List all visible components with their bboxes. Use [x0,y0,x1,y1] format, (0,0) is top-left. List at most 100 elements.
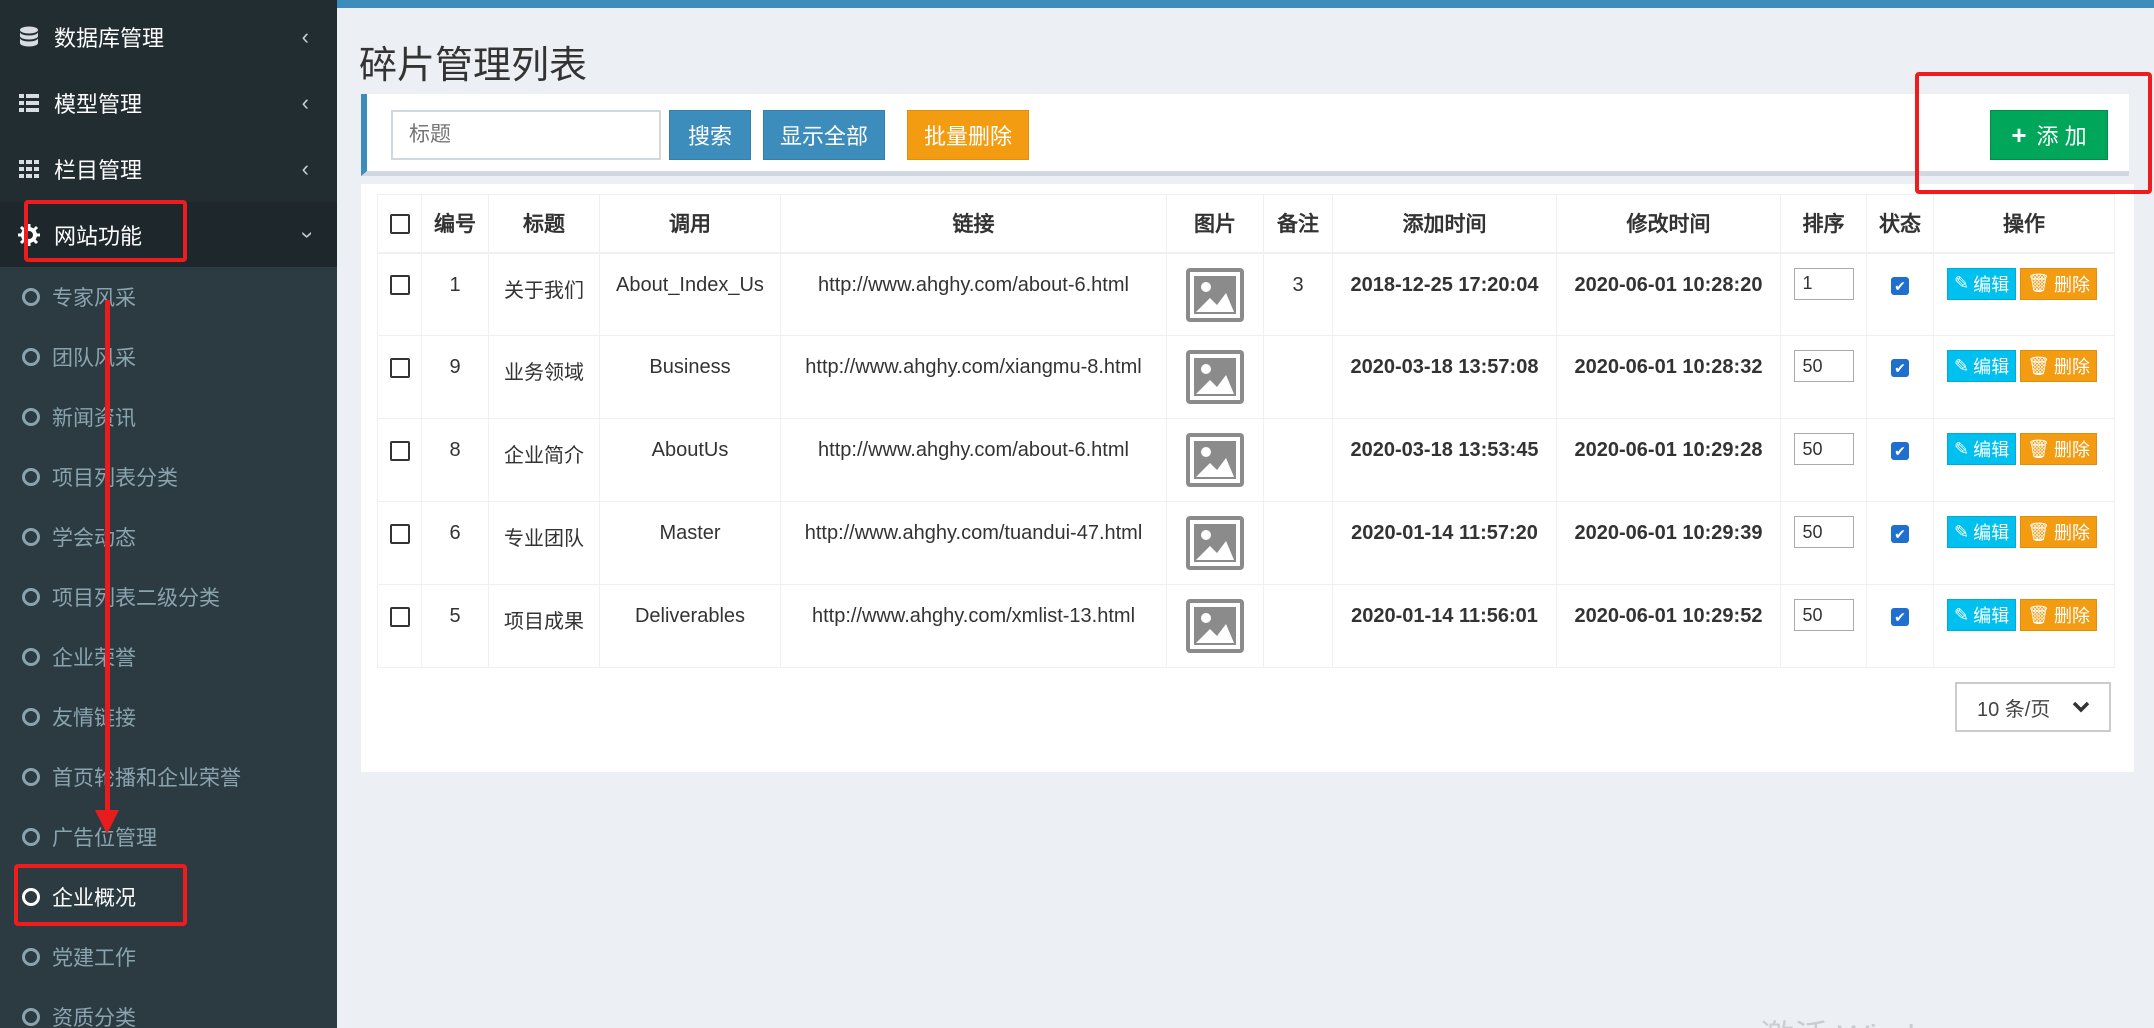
status-checkbox-checked-icon[interactable]: ✔ [1891,608,1909,626]
annotation-box-site-functions [24,200,187,262]
delete-button[interactable]: 🗑 删除 [2020,350,2097,382]
delete-button[interactable]: 🗑 删除 [2020,599,2097,631]
sort-input[interactable] [1793,433,1854,465]
sidebar-subitem[interactable]: 企业荣誉 [0,627,337,687]
annotation-box-add [1915,72,2152,194]
sidebar-subitem[interactable]: 团队风采 [0,327,337,387]
status-checkbox-checked-icon[interactable]: ✔ [1891,525,1909,543]
sort-input[interactable] [1793,267,1854,300]
sidebar-subitem[interactable]: 学会动态 [0,507,337,567]
image-placeholder-icon[interactable] [1186,267,1244,322]
cell-added-time: 2020-01-14 11:57:20 [1332,501,1557,585]
status-checkbox-checked-icon[interactable]: ✔ [1891,442,1909,460]
column-header: 操作 [1933,194,2115,254]
cell-call: Master [599,501,781,585]
edit-button[interactable]: ✎ 编辑 [1947,433,2017,465]
column-header: 图片 [1166,194,1264,254]
edit-button[interactable]: ✎ 编辑 [1947,599,2017,631]
row-select-cell [377,418,422,502]
sidebar-subitem[interactable]: 项目列表分类 [0,447,337,507]
page-size-select[interactable]: 10 条/页 [1955,682,2111,732]
trash-icon: 🗑 [2027,355,2050,376]
row-checkbox[interactable] [389,606,410,627]
select-all-cell [377,194,422,254]
sidebar-subitem[interactable]: 新闻资讯 [0,387,337,447]
image-placeholder-icon[interactable] [1186,433,1244,487]
toolbar: 搜索 显示全部 批量删除 + 添 加 [361,94,2129,176]
edit-button[interactable]: ✎ 编辑 [1947,350,2017,382]
sidebar-subitem[interactable]: 首页轮播和企业荣誉 [0,747,337,807]
cell-id: 1 [421,252,489,336]
sidebar-menu-label: 数据库管理 [54,26,165,51]
sidebar-subitem-label: 党建工作 [52,947,136,970]
circle-icon [22,588,40,606]
delete-button[interactable]: 🗑 删除 [2020,516,2097,548]
chevron-down-icon: ‹ [292,231,318,239]
sort-input[interactable] [1793,516,1854,548]
image-placeholder-icon[interactable] [1186,350,1244,404]
sidebar-subitem-label: 专家风采 [52,287,136,310]
status-checkbox-checked-icon[interactable]: ✔ [1891,276,1909,295]
sidebar-menu-database[interactable]: 数据库管理 ‹ [0,4,337,70]
list-icon [18,92,40,114]
cell-note [1263,418,1333,502]
circle-icon [22,708,40,726]
sort-input[interactable] [1793,599,1854,631]
sidebar-menu-label: 栏目管理 [54,158,143,183]
edit-icon: ✎ [1954,604,1970,625]
sidebar-subitem[interactable]: 广告位管理 [0,807,337,867]
sidebar-subitem[interactable]: 友情链接 [0,687,337,747]
sidebar-menu-columns[interactable]: 栏目管理 ‹ [0,136,337,202]
cell-note [1263,501,1333,585]
circle-icon [22,288,40,306]
delete-button-label: 删除 [2053,606,2090,626]
circle-icon [22,468,40,486]
delete-button-label: 删除 [2053,523,2090,543]
cell-actions: ✎ 编辑 🗑 删除 [1933,418,2115,502]
cell-title: 关于我们 [488,252,600,336]
trash-icon: 🗑 [2027,521,2050,542]
cell-status: ✔ [1866,252,1934,336]
status-checkbox-checked-icon[interactable]: ✔ [1891,359,1909,377]
batch-delete-button[interactable]: 批量删除 [907,110,1029,160]
search-button[interactable]: 搜索 [669,110,751,160]
table-row: 1 关于我们 About_Index_Us http://www.ahghy.c… [377,252,2115,336]
delete-button[interactable]: 🗑 删除 [2020,433,2097,465]
circle-icon [22,528,40,546]
edit-button[interactable]: ✎ 编辑 [1947,516,2017,548]
cell-note [1263,584,1333,668]
column-header: 修改时间 [1556,194,1781,254]
edit-icon: ✎ [1954,273,1970,293]
cell-status: ✔ [1866,584,1934,668]
cell-call: About_Index_Us [599,252,781,336]
cell-actions: ✎ 编辑 🗑 删除 [1933,584,2115,668]
trash-icon: 🗑 [2027,438,2050,459]
row-checkbox[interactable] [389,440,410,461]
cell-actions: ✎ 编辑 🗑 删除 [1933,335,2115,419]
circle-icon [22,768,40,786]
row-checkbox[interactable] [389,357,410,378]
search-input[interactable] [391,110,661,160]
row-checkbox[interactable] [389,523,410,544]
column-header: 标题 [488,194,600,254]
sort-input[interactable] [1793,350,1854,382]
cell-link: http://www.ahghy.com/xiangmu-8.html [780,335,1167,419]
sidebar-subitem[interactable]: 项目列表二级分类 [0,567,337,627]
sidebar-subitem[interactable]: 专家风采 [0,267,337,327]
show-all-button[interactable]: 显示全部 [763,110,885,160]
cell-added-time: 2018-12-25 17:20:04 [1332,252,1557,336]
sidebar-menu-models[interactable]: 模型管理 ‹ [0,70,337,136]
image-placeholder-icon[interactable] [1186,516,1244,570]
image-placeholder-icon[interactable] [1186,599,1244,653]
circle-icon [22,348,40,366]
row-select-cell [377,584,422,668]
sidebar-subitem[interactable]: 资质分类 [0,987,337,1028]
row-checkbox[interactable] [389,275,410,296]
edit-button[interactable]: ✎ 编辑 [1947,267,2017,300]
sidebar-subitem[interactable]: 党建工作 [0,927,337,987]
sidebar-subitem-label: 首页轮播和企业荣誉 [52,767,241,790]
select-all-checkbox[interactable] [389,213,410,234]
delete-button[interactable]: 🗑 删除 [2020,267,2097,300]
edit-button-label: 编辑 [1973,274,2010,295]
column-header: 编号 [421,194,489,254]
